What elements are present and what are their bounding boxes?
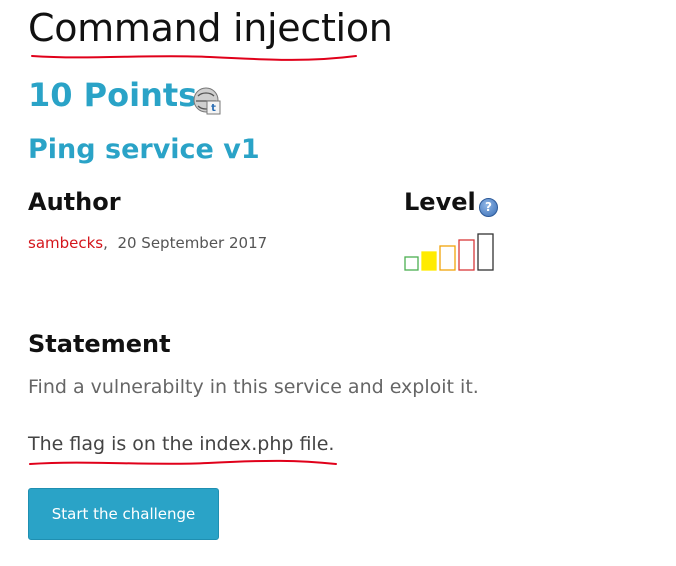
publish-date: 20 September 2017 <box>117 234 268 252</box>
challenge-name: Ping service v1 <box>28 134 260 165</box>
language-icon: t <box>193 87 221 115</box>
statement-text: Find a vulnerabilty in this service and … <box>28 376 479 398</box>
level-bar-3 <box>439 245 456 271</box>
level-bar-5 <box>477 233 494 271</box>
title-underline-scribble <box>31 55 357 61</box>
author-heading: Author <box>28 188 121 216</box>
level-bar-1 <box>404 256 419 271</box>
svg-text:t: t <box>211 103 216 114</box>
statement-heading: Statement <box>28 330 171 358</box>
flag-underline-scribble <box>29 459 337 465</box>
question-icon[interactable]: ? <box>479 198 498 217</box>
level-bar-4 <box>458 239 475 271</box>
challenge-points: 10 Points <box>28 76 198 114</box>
challenge-title: Command injection <box>28 6 393 50</box>
author-info: sambecks, 20 September 2017 <box>28 234 267 252</box>
start-challenge-button[interactable]: Start the challenge <box>28 488 219 540</box>
author-link[interactable]: sambecks <box>28 234 103 252</box>
level-indicator <box>404 233 494 271</box>
level-bar-2 <box>421 251 437 271</box>
challenge-page: Command injection 10 Points t Ping servi… <box>0 0 676 566</box>
author-separator: , <box>103 234 108 252</box>
flag-hint-text: The flag is on the index.php file. <box>28 433 335 455</box>
level-heading: Level <box>404 188 476 216</box>
